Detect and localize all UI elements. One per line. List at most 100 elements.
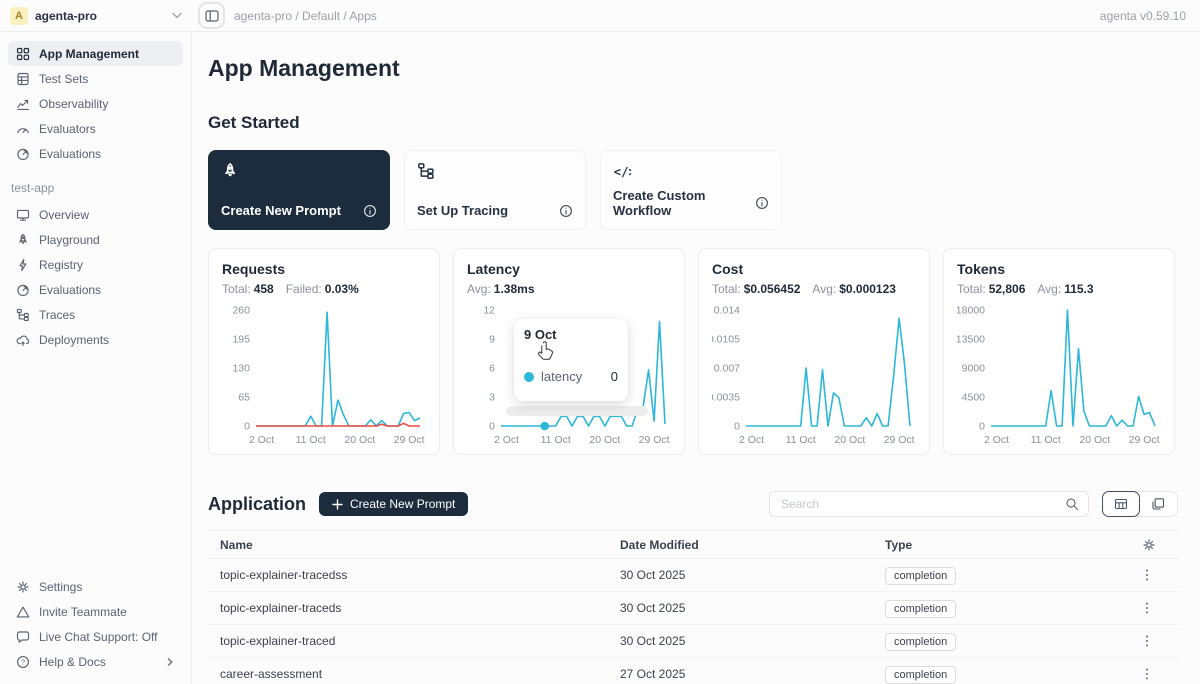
svg-text:29 Oct: 29 Oct <box>884 434 915 446</box>
svg-text:0.0035: 0.0035 <box>712 392 740 404</box>
requests-line-chart: 0651301952602 Oct11 Oct20 Oct29 Oct <box>222 300 428 452</box>
svg-text:0.007: 0.007 <box>714 363 740 375</box>
info-icon[interactable] <box>363 204 377 218</box>
row-menu-kebab-icon[interactable] <box>1138 665 1156 683</box>
sidebar-item-test-sets[interactable]: Test Sets <box>8 66 183 91</box>
svg-text:11 Oct: 11 Oct <box>296 434 326 446</box>
stat-card-title: Latency <box>467 261 671 277</box>
sidebar-app-item-deployments[interactable]: Deployments <box>8 327 183 352</box>
svg-text:9: 9 <box>489 334 495 346</box>
stat-meta: Avg:115.3 <box>1037 282 1093 296</box>
app-name-cell: career-assessment <box>208 667 608 681</box>
evals-icon <box>16 147 30 161</box>
table-row-career-assessment[interactable]: career-assessment 27 Oct 2025 completion <box>208 658 1178 684</box>
row-menu-kebab-icon[interactable] <box>1138 599 1156 617</box>
stat-meta: Avg:1.38ms <box>467 282 535 296</box>
svg-text:18000: 18000 <box>957 305 985 317</box>
rocket-icon <box>16 233 30 247</box>
sidebar-item-label: App Management <box>39 47 139 61</box>
applications-table: NameDate ModifiedType topic-explainer-tr… <box>208 530 1178 684</box>
sidebar-bottom-section: Settings Invite Teammate Live Chat Suppo… <box>8 574 183 674</box>
sidebar-bottom-item-invite-teammate[interactable]: Invite Teammate <box>8 599 183 624</box>
sidebar-item-evaluations[interactable]: Evaluations <box>8 141 183 166</box>
stat-card-tokens: Tokens Total:52,806Avg:115.3 04500900013… <box>943 248 1175 455</box>
org-avatar: A <box>10 7 28 25</box>
sidebar-app-item-registry[interactable]: Registry <box>8 252 183 277</box>
sidebar-item-label: Evaluations <box>39 283 101 297</box>
get-started-cards: Create New Prompt Set Up Tracing </> Cre… <box>208 150 1178 230</box>
column-header-date-modified[interactable]: Date Modified <box>608 538 873 552</box>
card-view-button[interactable] <box>1139 492 1177 516</box>
bolt-icon <box>16 258 30 272</box>
table-header-row: NameDate ModifiedType <box>208 530 1178 559</box>
sidebar-item-label: Evaluators <box>39 122 96 136</box>
application-header: Application Create New Prompt <box>208 491 1178 517</box>
table-row-topic-explainer-traceds[interactable]: topic-explainer-traceds 30 Oct 2025 comp… <box>208 592 1178 625</box>
sidebar-app-item-traces[interactable]: Traces <box>8 302 183 327</box>
sidebar-item-label: Evaluations <box>39 147 101 161</box>
stat-meta: Avg:$0.000123 <box>812 282 896 296</box>
table-row-topic-explainer-tracedss[interactable]: topic-explainer-tracedss 30 Oct 2025 com… <box>208 559 1178 592</box>
svg-text:0: 0 <box>734 421 740 433</box>
top-bar: A agenta-pro agenta-pro / Default / Apps… <box>0 0 1200 32</box>
sidebar-toggle-button[interactable] <box>198 2 225 29</box>
sidebar-bottom-item-settings[interactable]: Settings <box>8 574 183 599</box>
testsets-icon <box>16 72 30 86</box>
svg-text:20 Oct: 20 Oct <box>1079 434 1110 446</box>
search-icon[interactable] <box>1065 497 1079 511</box>
info-icon[interactable] <box>559 204 573 218</box>
sidebar-item-label: Registry <box>39 258 83 272</box>
breadcrumb[interactable]: agenta-pro / Default / Apps <box>234 9 377 23</box>
sidebar-item-app-management[interactable]: App Management <box>8 41 183 66</box>
type-badge: completion <box>885 633 956 651</box>
row-menu-kebab-icon[interactable] <box>1138 632 1156 650</box>
stat-card-title: Cost <box>712 261 916 277</box>
card-label: Set Up Tracing <box>417 203 508 218</box>
type-cell: completion <box>873 601 1088 615</box>
table-settings-gear-icon[interactable] <box>1142 538 1156 552</box>
type-badge: completion <box>885 666 956 684</box>
get-started-card-set-up-tracing[interactable]: Set Up Tracing <box>404 150 586 230</box>
sidebar-app-item-overview[interactable]: Overview <box>8 202 183 227</box>
row-menu-kebab-icon[interactable] <box>1138 566 1156 584</box>
stat-meta: Total:458 <box>222 282 274 296</box>
type-cell: completion <box>873 667 1088 681</box>
sidebar-bottom-item-help-docs[interactable]: ? Help & Docs <box>8 649 183 674</box>
svg-text:2 Oct: 2 Oct <box>739 434 764 446</box>
gauge-icon <box>16 122 30 136</box>
column-header-type[interactable]: Type <box>873 538 1088 552</box>
info-icon[interactable] <box>755 196 769 210</box>
sidebar-app-item-playground[interactable]: Playground <box>8 227 183 252</box>
stat-meta: Total:52,806 <box>957 282 1025 296</box>
svg-text:9000: 9000 <box>962 363 986 375</box>
org-selector[interactable]: A agenta-pro <box>0 7 192 25</box>
sidebar-app-item-evaluations[interactable]: Evaluations <box>8 277 183 302</box>
svg-text:?: ? <box>21 657 25 666</box>
svg-text:6: 6 <box>489 363 495 375</box>
create-new-prompt-button[interactable]: Create New Prompt <box>319 492 468 516</box>
svg-text:4500: 4500 <box>962 392 986 404</box>
card-label: Create New Prompt <box>221 203 341 218</box>
sidebar-item-label: Playground <box>39 233 100 247</box>
create-new-prompt-label: Create New Prompt <box>350 497 455 511</box>
table-row-topic-explainer-traced[interactable]: topic-explainer-traced 30 Oct 2025 compl… <box>208 625 1178 658</box>
column-header-name[interactable]: Name <box>208 538 608 552</box>
get-started-heading: Get Started <box>208 113 1178 133</box>
stat-card-title: Tokens <box>957 261 1161 277</box>
sidebar-item-label: Observability <box>39 97 108 111</box>
sidebar-item-label: Live Chat Support: Off <box>39 630 158 644</box>
sidebar-bottom-item-live-chat-support-off[interactable]: Live Chat Support: Off <box>8 624 183 649</box>
search-input[interactable] <box>779 496 1065 512</box>
sidebar-item-evaluators[interactable]: Evaluators <box>8 116 183 141</box>
sidebar-item-observability[interactable]: Observability <box>8 91 183 116</box>
table-view-button[interactable] <box>1102 491 1140 517</box>
table-body: topic-explainer-tracedss 30 Oct 2025 com… <box>208 559 1178 684</box>
get-started-card-create-new-prompt[interactable]: Create New Prompt <box>208 150 390 230</box>
stat-meta: Failed:0.03% <box>286 282 359 296</box>
svg-text:2 Oct: 2 Oct <box>249 434 274 446</box>
type-cell: completion <box>873 568 1088 582</box>
get-started-card-create-custom-workflow[interactable]: </> Create Custom Workflow <box>600 150 782 230</box>
type-badge: completion <box>885 600 956 618</box>
card-view-icon <box>1151 497 1165 511</box>
sidebar-item-label: Deployments <box>39 333 109 347</box>
